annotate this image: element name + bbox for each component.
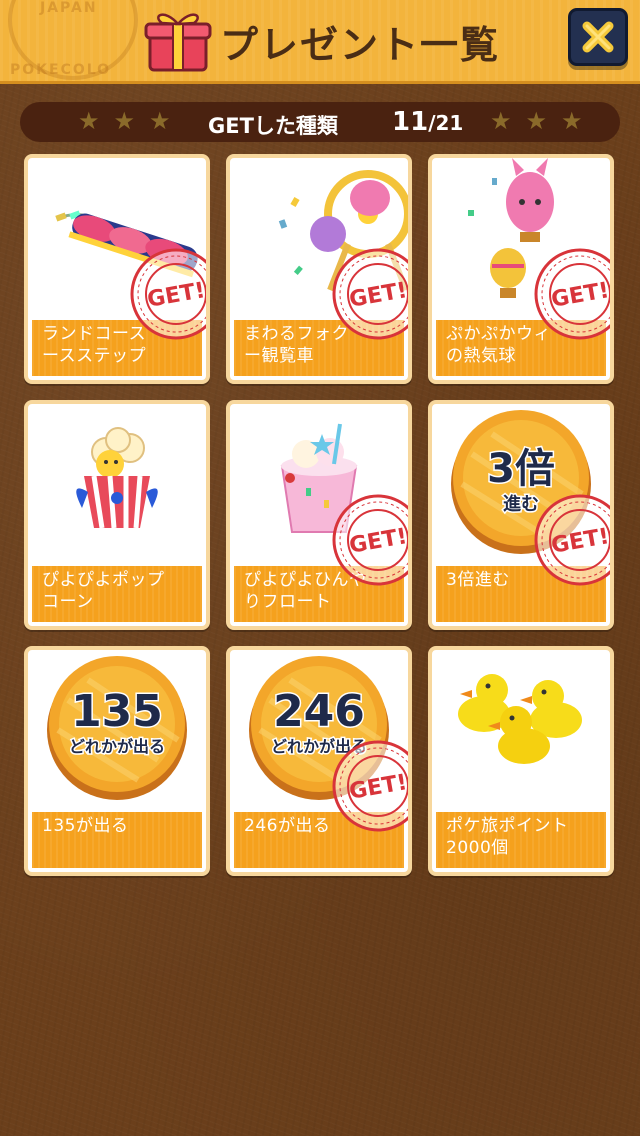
counter-label: GETした種類 — [208, 114, 338, 138]
get-stamp-icon: GET! — [332, 494, 408, 586]
close-button[interactable] — [568, 8, 628, 66]
present-card-ferris-wheel[interactable]: まわるフォク ー観覧車 GET! — [226, 154, 412, 384]
present-card-hot-air-balloon[interactable]: ぷかぷかウィ の熱気球 GET! — [428, 154, 614, 384]
header-bar: JAPAN POKECOLO プレゼント一覧 — [0, 0, 640, 84]
get-stamp-icon: GET! — [534, 248, 610, 340]
present-card-float[interactable]: ぴよぴよひんや りフロート GET! — [226, 400, 412, 630]
popcorn-illustration — [76, 427, 158, 529]
present-label-line2: ー観覧車 — [244, 346, 314, 366]
header-stamp-text-top: JAPAN — [40, 0, 98, 16]
coin-big-text: 246 — [273, 686, 365, 737]
present-card-246[interactable]: 246 どれかが出る 246が出る GET! — [226, 646, 412, 876]
present-card-triple-advance[interactable]: 3倍 進む 3倍進む GET! — [428, 400, 614, 630]
present-label-line2: ースステップ — [42, 346, 147, 366]
present-label-line2: コーン — [42, 592, 94, 612]
rubber-ducks-icon — [458, 674, 582, 764]
present-label: ポケ旅ポイント 2000個 — [436, 812, 606, 868]
present-label-line2: 2000個 — [446, 838, 509, 858]
present-label: 135が出る — [32, 812, 202, 868]
present-card-135[interactable]: 135 どれかが出る 135が出る — [24, 646, 210, 876]
header-stamp-text-bottom: POKECOLO — [10, 62, 112, 78]
get-stamp-icon: GET! — [534, 494, 610, 586]
coin-big-text: 3倍 — [487, 446, 555, 492]
coin-big-text: 135 — [71, 686, 163, 737]
present-card-popcorn[interactable]: ぴよぴよポップ コーン — [24, 400, 210, 630]
present-label-line1: 135が出る — [42, 816, 129, 836]
coin-small-text: どれかが出る — [69, 737, 165, 756]
page-title: プレゼント一覧 — [220, 23, 501, 67]
star-icon: ★ — [490, 107, 512, 135]
present-label: ぴよぴよポップ コーン — [32, 566, 202, 622]
counter-current: 11 — [392, 107, 429, 137]
coin-135-icon: 135 どれかが出る — [47, 656, 187, 800]
counter-total: /21 — [428, 111, 464, 135]
present-label-line2: の熱気球 — [446, 346, 516, 366]
stars-left-decoration: ★ ★ ★ — [78, 107, 171, 135]
get-stamp-icon: GET! — [332, 740, 408, 832]
star-icon: ★ — [78, 107, 100, 135]
close-icon — [582, 21, 614, 53]
present-label-line1: ぴよぴよポップ — [42, 570, 165, 590]
star-icon: ★ — [561, 107, 583, 135]
counter-value: 11/21 — [392, 107, 463, 137]
present-label-line2: りフロート — [244, 592, 332, 612]
present-label-line1: ポケ旅ポイント — [446, 816, 569, 836]
star-icon: ★ — [525, 107, 548, 135]
get-stamp-icon: GET! — [332, 248, 408, 340]
stars-right-decoration: ★ ★ ★ — [490, 107, 583, 135]
gift-icon — [144, 13, 212, 72]
present-card-points[interactable]: ポケ旅ポイント 2000個 — [428, 646, 614, 876]
present-card-coaster[interactable]: ランドコース ースステップ GET! — [24, 154, 210, 384]
collection-counter-bar: ★ ★ ★ GETした種類 11/21 ★ ★ ★ — [20, 102, 620, 142]
star-icon: ★ — [149, 107, 171, 135]
star-icon: ★ — [113, 107, 136, 135]
get-stamp-icon: GET! — [130, 248, 206, 340]
